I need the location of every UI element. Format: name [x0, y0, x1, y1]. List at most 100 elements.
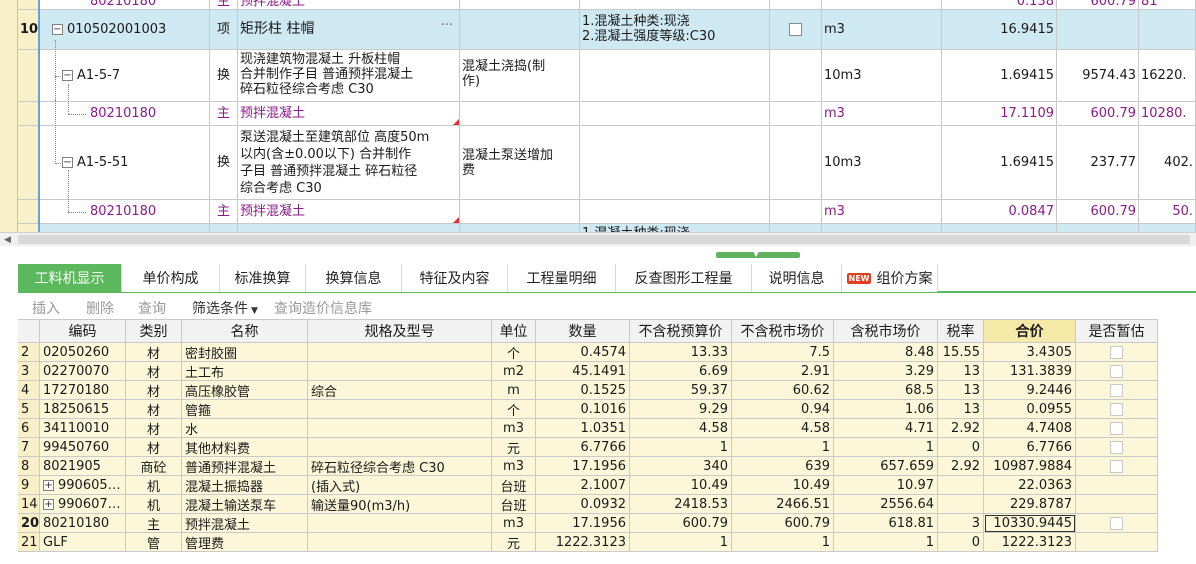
cell-tax-mkt[interactable]: 618.81 — [834, 514, 938, 533]
cell-total[interactable]: 9.2446 — [984, 381, 1076, 400]
cell-rate[interactable]: 3 — [938, 514, 984, 533]
cell-spec[interactable]: 综合 — [308, 381, 492, 400]
column-header[interactable]: 类别 — [126, 319, 182, 343]
cell-unit[interactable]: 台班 — [492, 495, 536, 514]
cell-rate[interactable]: 13 — [938, 381, 984, 400]
cell-unit[interactable]: m2 — [492, 362, 536, 381]
cell-total[interactable]: 3.4305 — [984, 343, 1076, 362]
cell-bud[interactable]: 2418.53 — [630, 495, 732, 514]
estimate-checkbox[interactable] — [1110, 345, 1123, 359]
column-header[interactable]: 税率 — [938, 319, 984, 343]
column-header[interactable]: 含税市场价 — [834, 319, 938, 343]
tab-graphic-quantity[interactable]: 反查图形工程量 — [616, 264, 752, 292]
cell-qty[interactable]: 2.1007 — [536, 476, 630, 495]
cell-bud[interactable]: 6.69 — [630, 362, 732, 381]
estimate-checkbox[interactable] — [1110, 402, 1123, 416]
cell-mkt[interactable]: 2.91 — [732, 362, 834, 381]
expand-icon[interactable]: + — [43, 479, 54, 491]
table-row[interactable]: 80210180 主 预拌混凝土 0.138 600.79 81 — [0, 0, 1196, 10]
cell-bud[interactable]: 13.33 — [630, 343, 732, 362]
cell-rate[interactable]: 0 — [938, 438, 984, 457]
cell-mkt[interactable]: 2466.51 — [732, 495, 834, 514]
cell-tax-mkt[interactable]: 1 — [834, 438, 938, 457]
panel-splitter[interactable]: ▼ — [0, 246, 1196, 264]
query-button[interactable]: 查询 — [138, 298, 166, 318]
cell-unit[interactable]: m3 — [492, 457, 536, 476]
cell-tax-mkt[interactable]: 1.06 — [834, 400, 938, 419]
tab-conversion-info[interactable]: 换算信息 — [306, 264, 402, 292]
cell-mkt[interactable]: 1 — [732, 533, 834, 552]
column-header[interactable]: 规格及型号 — [308, 319, 492, 343]
cell-cat[interactable]: 机 — [126, 476, 182, 495]
table-row[interactable]: 21 GLF 管管理费元 1222.3123 1 1 1 0 1222.3123 — [18, 533, 1158, 552]
cell-total[interactable]: 131.3839 — [984, 362, 1076, 381]
table-row[interactable]: − A1-5-51 换 泵送混凝土至建筑部位 高度50m 以内(含±0.00以下… — [0, 126, 1196, 200]
estimate-checkbox[interactable] — [789, 23, 802, 36]
cell-cat[interactable]: 材 — [126, 381, 182, 400]
cell-bud[interactable]: 600.79 — [630, 514, 732, 533]
cell-cat[interactable]: 材 — [126, 343, 182, 362]
cell-qty[interactable]: 0.0932 — [536, 495, 630, 514]
cell-tax-mkt[interactable]: 2556.64 — [834, 495, 938, 514]
cell-unit[interactable]: m3 — [492, 419, 536, 438]
cell-qty[interactable]: 0.1016 — [536, 400, 630, 419]
table-row[interactable]: 9 +990605… 机混凝土振捣器 (插入式) 台班 2.1007 10.49 10.49 1… — [18, 476, 1158, 495]
cell-bud[interactable]: 9.29 — [630, 400, 732, 419]
estimate-checkbox[interactable] — [1110, 516, 1123, 530]
delete-button[interactable]: 删除 — [86, 298, 114, 318]
cell-total[interactable]: 4.7408 — [984, 419, 1076, 438]
cell-mkt[interactable]: 4.58 — [732, 419, 834, 438]
cell-rate[interactable] — [938, 495, 984, 514]
cell-name[interactable]: 预拌混凝土 — [182, 514, 308, 533]
scrollbar-thumb[interactable] — [18, 235, 1190, 244]
collapse-icon[interactable]: − — [62, 70, 73, 81]
table-row-selected[interactable]: 10 − 010502001003 项 矩形柱 柱帽 ··· 1.混凝土种类:现… — [0, 10, 1196, 50]
estimate-checkbox[interactable] — [1110, 440, 1123, 454]
estimate-checkbox[interactable] — [1110, 421, 1123, 435]
cell-total[interactable]: 10330.9445 — [984, 514, 1076, 533]
cell-unit[interactable]: 元 — [492, 533, 536, 552]
column-header[interactable]: 是否暂估 — [1076, 319, 1158, 343]
cell-bud[interactable]: 1 — [630, 533, 732, 552]
cell-bud[interactable]: 340 — [630, 457, 732, 476]
cell-mkt[interactable]: 1 — [732, 438, 834, 457]
cell-mkt[interactable]: 600.79 — [732, 514, 834, 533]
collapse-icon[interactable]: − — [62, 157, 73, 168]
table-row-current[interactable]: 20 80210180 主预拌混凝土 m3 17.1956 600.79 600.79 618… — [18, 514, 1158, 533]
cell-rate[interactable]: 2.92 — [938, 419, 984, 438]
table-row[interactable]: 3 02270070 材土工布 m2 45.1491 6.69 2.91 3.29 13 131.… — [18, 362, 1158, 381]
tab-standard-conversion[interactable]: 标准换算 — [220, 264, 306, 292]
column-header[interactable]: 编码 — [40, 319, 126, 343]
cell-cat[interactable]: 机 — [126, 495, 182, 514]
cell-bud[interactable]: 59.37 — [630, 381, 732, 400]
cell-cat[interactable]: 材 — [126, 362, 182, 381]
cell-spec[interactable] — [308, 514, 492, 533]
cell-name[interactable]: 普通预拌混凝土 — [182, 457, 308, 476]
column-header[interactable]: 数量 — [536, 319, 630, 343]
cell-name[interactable]: 混凝土振捣器 — [182, 476, 308, 495]
cell-total[interactable]: 6.7766 — [984, 438, 1076, 457]
cell-qty[interactable]: 6.7766 — [536, 438, 630, 457]
cell-unit[interactable]: 元 — [492, 438, 536, 457]
cell-qty[interactable]: 17.1956 — [536, 457, 630, 476]
table-row[interactable]: 80210180 主 预拌混凝土 m3 0.0847 600.79 50. — [0, 200, 1196, 224]
cell-total[interactable]: 22.0363 — [984, 476, 1076, 495]
cell-qty[interactable]: 0.4574 — [536, 343, 630, 362]
cell-name[interactable]: 其他材料费 — [182, 438, 308, 457]
cell-qty[interactable]: 45.1491 — [536, 362, 630, 381]
cell-tax-mkt[interactable]: 1 — [834, 533, 938, 552]
cell-mkt[interactable]: 10.49 — [732, 476, 834, 495]
cell-rate[interactable]: 13 — [938, 362, 984, 381]
tab-features[interactable]: 特征及内容 — [402, 264, 508, 292]
table-row[interactable]: 8 8021905 商砼 普通预拌混凝土 碎石粒径综合考虑 C30 m3 17.1956 34… — [18, 457, 1158, 476]
tab-description[interactable]: 说明信息 — [752, 264, 842, 292]
cell-bud[interactable]: 4.58 — [630, 419, 732, 438]
cell-cat[interactable]: 材 — [126, 400, 182, 419]
estimate-checkbox[interactable] — [1110, 459, 1123, 473]
cell-qty[interactable]: 1222.3123 — [536, 533, 630, 552]
cell-tax-mkt[interactable]: 657.659 — [834, 457, 938, 476]
cell-mkt[interactable]: 0.94 — [732, 400, 834, 419]
cell-bud[interactable]: 1 — [630, 438, 732, 457]
table-row[interactable]: − A1-5-7 换 现浇建筑物混凝土 升板柱帽 合并制作子目 普通预拌混凝土 … — [0, 50, 1196, 102]
cell-cat[interactable]: 管 — [126, 533, 182, 552]
